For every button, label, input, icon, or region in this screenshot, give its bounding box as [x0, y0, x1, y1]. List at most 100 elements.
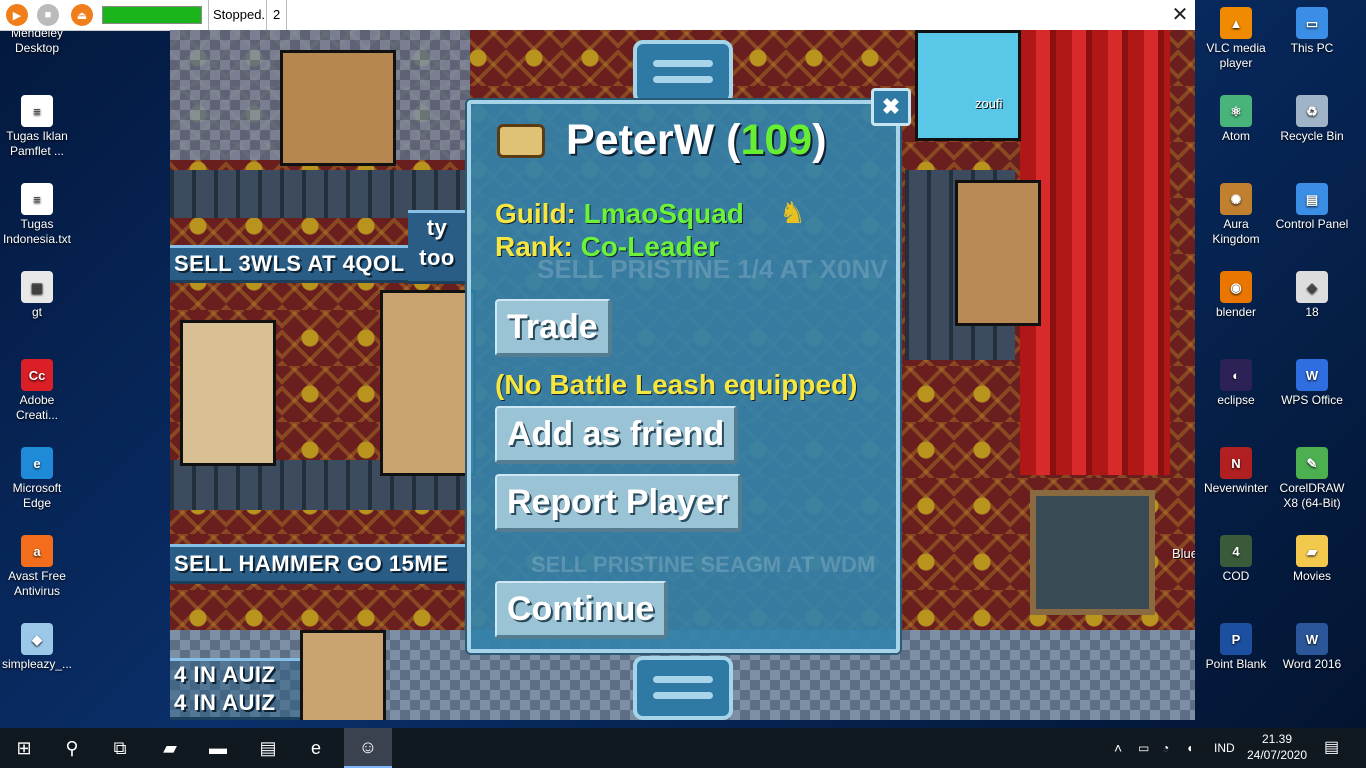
desktop-icon[interactable]: W WPS Office — [1275, 359, 1349, 408]
desktop-icon[interactable]: Cc Adobe Creati... — [0, 359, 74, 423]
guild-label: Guild: — [495, 198, 576, 229]
desktop-icon-label: Microsoft Edge — [12, 481, 62, 510]
continue-button[interactable]: Continue — [495, 581, 669, 639]
record-stop-icon[interactable]: ■ — [37, 4, 59, 26]
record-play-icon[interactable]: ▶ — [6, 4, 28, 26]
player-character[interactable] — [180, 320, 276, 466]
desktop-icon[interactable]: e Microsoft Edge — [0, 447, 74, 511]
desktop-icon[interactable]: ▭ This PC — [1275, 7, 1349, 56]
desktop-icon-label: This PC — [1290, 41, 1334, 55]
control-panel-taskbar-icon[interactable]: ▤ — [244, 728, 292, 768]
avast-icon: a — [21, 535, 53, 567]
desktop-icon[interactable]: ✎ CorelDRAW X8 (64-Bit) — [1275, 447, 1349, 511]
task-view-button[interactable]: ⧉ — [96, 728, 144, 768]
pointblank-icon: P — [1220, 623, 1252, 655]
desktop-icon-label: Atom — [1221, 129, 1250, 143]
player-title: PeterW (109) — [566, 116, 827, 165]
desktop-icon[interactable]: ◉ blender — [1199, 271, 1273, 320]
aura-icon: ✺ — [1220, 183, 1252, 215]
desktop-icon-label: Tugas Iklan Pamflet ... — [6, 129, 68, 158]
blender-icon: ◉ — [1220, 271, 1252, 303]
recorder-toolbar: ▶ ■ ⏏ Stopped. 2 ✕ — [0, 0, 1195, 31]
close-paren: ) — [812, 116, 827, 164]
player-level: 109 — [740, 116, 813, 164]
volume-icon[interactable]: ◖ — [1186, 728, 1193, 768]
document-icon: ≡ — [21, 183, 53, 215]
word-icon: W — [1296, 623, 1328, 655]
desktop-icon[interactable]: ▦ gt — [0, 271, 74, 320]
tray-overflow-icon[interactable]: ˄ — [1114, 728, 1122, 768]
network-icon[interactable]: ◔ — [1162, 728, 1169, 768]
desktop-icon[interactable]: ▤ Control Panel — [1275, 183, 1349, 232]
coreldraw-icon: ✎ — [1296, 447, 1328, 479]
desktop-icon-label: Neverwinter — [1203, 481, 1269, 495]
desktop-icon[interactable]: N Neverwinter — [1199, 447, 1273, 496]
clock-time: 21.39 — [1261, 732, 1293, 746]
sign-board[interactable]: SELL 3WLS AT 4QOL — [170, 245, 408, 283]
system-clock[interactable]: 21.39 24/07/2020 — [1244, 731, 1310, 763]
player-character[interactable] — [280, 50, 396, 166]
report-player-button[interactable]: Report Player — [495, 474, 743, 532]
player-character[interactable] — [955, 180, 1041, 326]
desktop-icon-label: Adobe Creati... — [15, 393, 58, 422]
desktop-icon[interactable]: ≡ Tugas Iklan Pamflet ... — [0, 95, 74, 159]
dialog-drag-handle-bottom[interactable] — [633, 656, 733, 720]
desktop-icon[interactable]: 4 COD — [1199, 535, 1273, 584]
sign-text: 4 IN AUIZ — [174, 662, 276, 687]
sign-board[interactable]: SELL HAMMER GO 15ME — [170, 544, 467, 584]
battery-icon[interactable]: ▭ — [1138, 728, 1149, 768]
desktop-icon[interactable]: ♻ Recycle Bin — [1275, 95, 1349, 144]
start-button[interactable]: ⊞ — [0, 728, 48, 768]
dialog-close-icon[interactable]: ✖ — [871, 88, 911, 126]
search-button[interactable]: ⚲ — [48, 728, 96, 768]
rank-value: Co-Leader — [580, 231, 720, 262]
wps-icon: W — [1296, 359, 1328, 391]
guild-line: Guild: LmaoSquad — [495, 198, 744, 230]
sign-board-small[interactable]: ty too — [408, 210, 466, 284]
sign-text: too — [419, 245, 455, 270]
desktop-icon[interactable]: ◆ simpleazy_... — [0, 623, 74, 672]
open-paren: ( — [726, 116, 741, 164]
dialog-drag-handle-top[interactable] — [633, 40, 733, 104]
sign-text: ty — [426, 215, 448, 240]
sticky-notes-icon[interactable]: ▰ — [146, 728, 194, 768]
file-explorer-icon[interactable]: ▬ — [194, 728, 242, 768]
sign-board[interactable]: 4 IN AUIZ 4 IN AUIZ — [170, 658, 300, 720]
red-curtain — [1020, 30, 1170, 475]
record-eject-icon[interactable]: ⏏ — [71, 4, 93, 26]
desktop-icon-label: VLC media player — [1206, 41, 1266, 70]
desktop-icon[interactable]: ◐ eclipse — [1199, 359, 1273, 408]
player-character[interactable] — [300, 630, 386, 720]
player-name: PeterW — [566, 116, 715, 164]
language-indicator[interactable]: IND — [1214, 728, 1235, 768]
desktop-icon-label: CorelDRAW X8 (64-Bit) — [1279, 481, 1345, 510]
seahorse-icon: ♞ — [779, 197, 806, 230]
desktop-icon-label: Tugas Indonesia.txt — [2, 217, 72, 246]
edge-taskbar-icon[interactable]: e — [292, 728, 340, 768]
desktop-icon[interactable]: ▰ Movies — [1275, 535, 1349, 584]
desktop-icon-label: WPS Office — [1281, 393, 1343, 407]
desktop-icon[interactable]: ◈ 18 — [1275, 271, 1349, 320]
desktop-icon-label: Recycle Bin — [1280, 129, 1344, 143]
desktop-icon[interactable]: P Point Blank — [1199, 623, 1273, 672]
adobe-icon: Cc — [21, 359, 53, 391]
desktop-icon-label: blender — [1215, 305, 1257, 319]
desktop-icon[interactable]: W Word 2016 — [1275, 623, 1349, 672]
desktop-icon[interactable]: a Avast Free Antivirus — [0, 535, 74, 599]
file-icon: ◆ — [21, 623, 53, 655]
sign-text: 4 IN AUIZ — [174, 690, 276, 715]
desktop-icon[interactable]: ▲ VLC media player — [1199, 7, 1273, 71]
trade-button[interactable]: Trade — [495, 299, 612, 357]
desktop-icon[interactable]: ≡ Tugas Indonesia.txt — [0, 183, 74, 247]
recording-progress-bar — [102, 6, 202, 24]
rank-label: Rank: — [495, 231, 573, 262]
add-friend-button[interactable]: Add as friend — [495, 406, 739, 464]
player-character[interactable] — [915, 30, 1021, 141]
desktop-icon[interactable]: ⚛ Atom — [1199, 95, 1273, 144]
notification-icon[interactable]: ▤ — [1324, 728, 1339, 768]
player-character[interactable] — [380, 290, 476, 476]
guild-value: LmaoSquad — [583, 198, 744, 229]
recorder-close-icon[interactable]: ✕ — [1168, 3, 1192, 27]
growtopia-taskbar-icon[interactable]: ☺ — [344, 728, 392, 768]
desktop-icon[interactable]: ✺ Aura Kingdom — [1199, 183, 1273, 247]
